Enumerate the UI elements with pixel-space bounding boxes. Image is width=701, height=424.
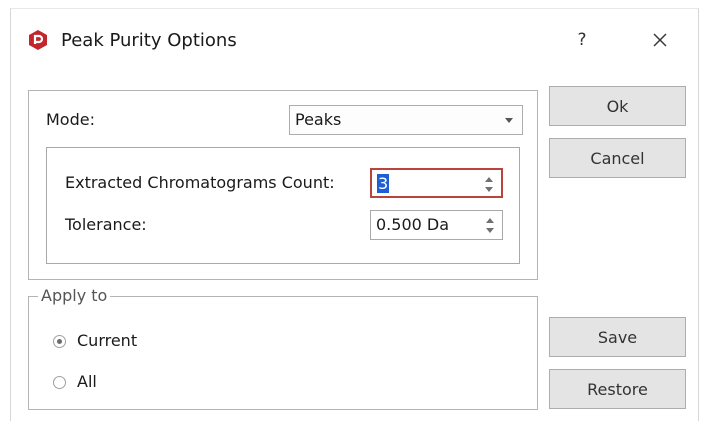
cancel-button[interactable]: Cancel bbox=[549, 138, 686, 178]
chromatograms-count-spinbox[interactable]: 3 bbox=[370, 168, 503, 198]
mode-label: Mode: bbox=[46, 110, 95, 129]
save-button[interactable]: Save bbox=[549, 317, 686, 357]
spin-up-icon[interactable] bbox=[485, 177, 493, 182]
apply-to-legend: Apply to bbox=[38, 285, 111, 307]
help-button[interactable]: ? bbox=[567, 25, 597, 55]
radio-current[interactable] bbox=[53, 335, 66, 348]
close-icon[interactable] bbox=[645, 25, 675, 55]
radio-all-label[interactable]: All bbox=[77, 372, 97, 392]
mode-group: Mode: Peaks Extracted Chromatograms Coun… bbox=[28, 90, 538, 280]
tolerance-spinbox[interactable]: 0.500 Da bbox=[370, 210, 503, 240]
mode-selected-value: Peaks bbox=[295, 110, 342, 129]
chromatograms-count-label: Extracted Chromatograms Count: bbox=[65, 173, 335, 192]
chromatograms-count-value: 3 bbox=[377, 174, 390, 193]
chevron-down-icon bbox=[505, 118, 513, 123]
restore-button[interactable]: Restore bbox=[549, 369, 686, 409]
tolerance-label: Tolerance: bbox=[65, 215, 147, 234]
spin-down-icon[interactable] bbox=[486, 228, 494, 233]
app-logo-icon bbox=[29, 30, 47, 50]
title-bar: Peak Purity Options ? bbox=[11, 9, 698, 71]
radio-all[interactable] bbox=[53, 376, 66, 389]
window-title: Peak Purity Options bbox=[61, 30, 237, 51]
spin-up-icon[interactable] bbox=[486, 218, 494, 223]
ok-button[interactable]: Ok bbox=[549, 86, 686, 126]
peak-purity-dialog: Peak Purity Options ? Mode: Peaks Extrac… bbox=[10, 8, 699, 421]
radio-current-label[interactable]: Current bbox=[77, 331, 137, 351]
mode-select[interactable]: Peaks bbox=[289, 105, 523, 135]
tolerance-value: 0.500 Da bbox=[376, 215, 450, 234]
apply-to-group: Apply to Current All bbox=[28, 285, 538, 410]
spin-down-icon[interactable] bbox=[485, 187, 493, 192]
extraction-settings-group: Extracted Chromatograms Count: 3 Toleran… bbox=[46, 147, 520, 264]
